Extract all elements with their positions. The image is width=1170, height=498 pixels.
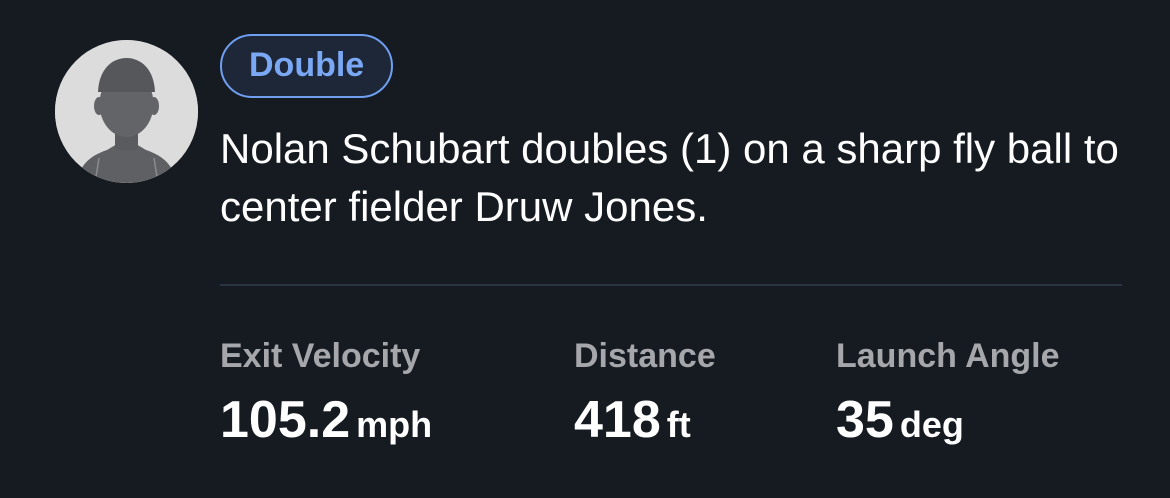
stat-number: 35: [836, 391, 894, 449]
stat-unit: ft: [666, 404, 691, 445]
stat-value: 105.2 mph: [220, 392, 432, 461]
stat-label: Launch Angle: [836, 337, 1060, 375]
play-result-badge: Double: [220, 34, 394, 98]
player-avatar[interactable]: [55, 40, 198, 183]
stat-value: 35 deg: [836, 392, 1060, 461]
stat-number: 418: [574, 391, 661, 449]
play-card: Double Nolan Schubart doubles (1) on a s…: [0, 0, 1170, 498]
stat-value: 418 ft: [574, 392, 716, 461]
stat-launch-angle: Launch Angle 35 deg: [836, 334, 1060, 461]
play-description: Nolan Schubart doubles (1) on a sharp fl…: [220, 125, 1119, 230]
stat-label: Exit Velocity: [220, 337, 421, 375]
stat-exit-velocity: Exit Velocity 105.2 mph: [220, 334, 432, 461]
player-silhouette-icon: [55, 40, 198, 183]
stat-label: Distance: [574, 337, 716, 375]
stat-unit: mph: [356, 404, 433, 445]
stat-unit: deg: [899, 404, 964, 445]
stat-distance: Distance 418 ft: [574, 334, 716, 461]
stat-number: 105.2: [220, 391, 351, 449]
divider: [220, 284, 1122, 286]
